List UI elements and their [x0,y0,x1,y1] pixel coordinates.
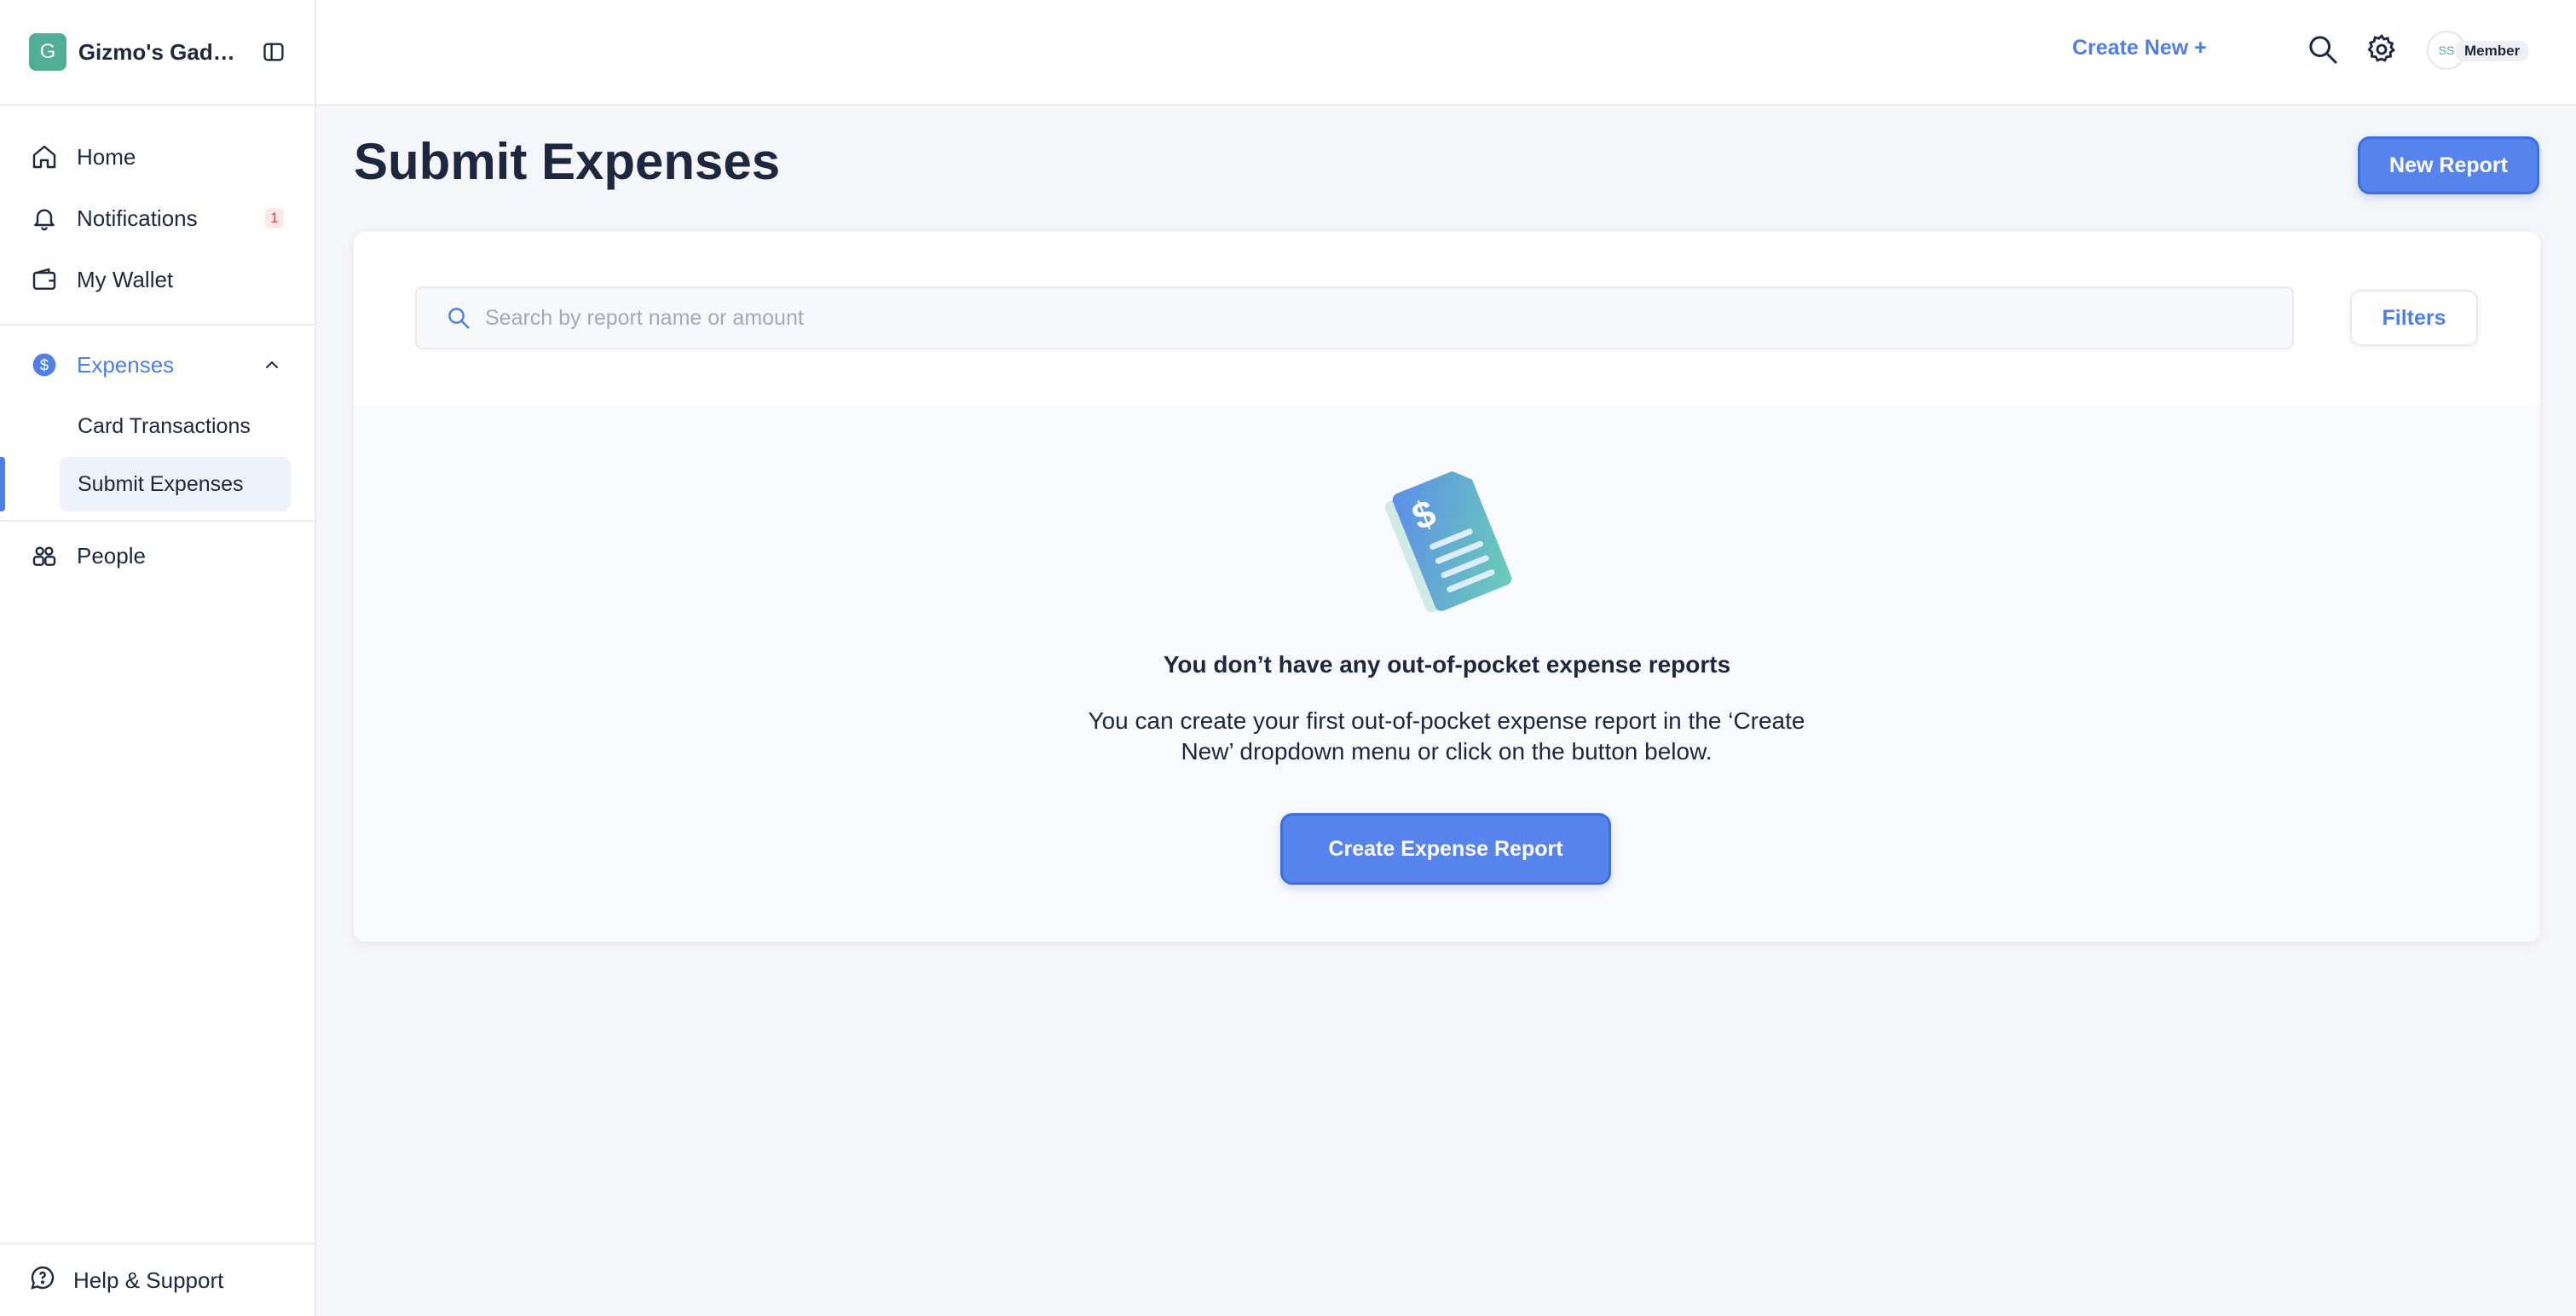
people-section: People [0,520,315,586]
svg-text:$: $ [40,356,49,374]
help-label: Help & Support [73,1267,224,1293]
empty-state-description: You can create your first out-of-pocket … [1088,707,1805,765]
notification-count-badge: 1 [265,208,284,228]
create-new-button[interactable]: Create New + [2072,36,2207,61]
sidebar-item-help[interactable]: Help & Support [0,1243,315,1316]
sidebar: G Gizmo's Gadgets Home Notifications 1 M… [0,0,316,1316]
home-icon [29,141,60,172]
sidebar-item-label: Home [77,143,136,170]
sidebar-item-notifications[interactable]: Notifications 1 [0,188,315,249]
sidebar-item-submit-expenses[interactable]: Submit Expenses [0,457,291,511]
page-title: Submit Expenses [354,133,781,190]
sidebar-item-expenses[interactable]: $ Expenses [0,334,315,395]
sidebar-item-wallet[interactable]: My Wallet [0,249,315,310]
sidebar-item-people[interactable]: People [0,525,315,586]
receipt-illustration: $ [1384,470,1512,613]
sidebar-item-home[interactable]: Home [0,126,315,188]
empty-state-title: You don’t have any out-of-pocket expense… [1163,651,1731,678]
people-icon [29,540,60,571]
primary-nav: Home Notifications 1 My Wallet [0,106,315,326]
search-icon [448,308,470,329]
filters-button[interactable]: Filters [2350,290,2478,346]
search-icon[interactable] [2306,32,2340,66]
wallet-icon [29,264,60,295]
gear-icon[interactable] [2365,32,2399,66]
brand-name[interactable]: Gizmo's Gadgets [78,39,245,66]
help-chat-icon [29,1264,56,1297]
sidebar-item-label: Submit Expenses [78,471,244,496]
brand-logo[interactable]: G [29,33,66,71]
sidebar-item-label: Expenses [77,351,175,378]
role-badge: Member [2456,41,2529,61]
sidebar-item-card-transactions[interactable]: Card Transactions [60,399,291,453]
new-report-button[interactable]: New Report [2358,136,2539,194]
create-expense-report-button[interactable]: Create Expense Report [1280,813,1611,885]
sidebar-toggle-icon[interactable] [262,40,286,64]
active-indicator [0,457,5,511]
sidebar-item-label: People [77,542,146,569]
empty-state: $ You don’t have any out-of-pocket expen… [354,404,2540,942]
search-input[interactable] [485,305,2190,331]
search-bar[interactable] [415,286,2294,349]
dollar-icon: $ [29,349,60,380]
brand-header: G Gizmo's Gadgets [0,0,315,106]
app: G Gizmo's Gadgets Home Notifications 1 M… [0,0,2576,1316]
sidebar-item-label: My Wallet [77,266,174,292]
chevron-up-icon[interactable] [262,355,282,375]
top-bar: Create New + SS Member [316,0,2576,106]
sidebar-item-label: Notifications [77,205,198,231]
bell-icon [29,203,60,234]
expenses-card: Filters $ [354,232,2540,942]
expenses-nav: $ Expenses Card Transactions Submit Expe… [0,326,315,586]
